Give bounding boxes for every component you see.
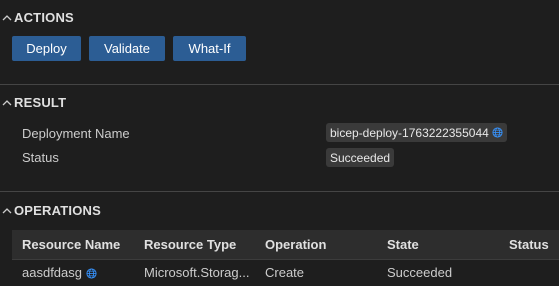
column-header-operation[interactable]: Operation	[265, 237, 326, 252]
deployment-name-label: Deployment Name	[22, 126, 130, 141]
table-cell-operation: Create	[265, 265, 305, 280]
status-badge: Succeeded	[326, 148, 395, 167]
actions-section-header[interactable]: ACTIONS	[0, 6, 74, 28]
resource-name-text: aasdfdasg	[22, 265, 82, 280]
operations-section-header[interactable]: OPERATIONS	[0, 199, 101, 221]
result-section-header[interactable]: RESULT	[0, 91, 66, 113]
table-cell-resource-name: aasdfdasg	[22, 265, 97, 280]
chevron-up-icon	[2, 98, 12, 108]
deployment-name-text: bicep-deploy-1763222355044	[330, 125, 489, 140]
column-header-status[interactable]: Status	[509, 237, 549, 252]
result-title: RESULT	[14, 94, 67, 110]
column-header-state[interactable]: State	[387, 237, 419, 252]
deployment-name-value: bicep-deploy-1763222355044	[326, 123, 507, 142]
globe-icon[interactable]	[492, 127, 503, 138]
table-cell-state: Succeeded	[387, 265, 453, 280]
chevron-up-icon	[2, 206, 12, 216]
section-divider	[0, 84, 559, 85]
actions-title: ACTIONS	[14, 9, 74, 25]
chevron-up-icon	[2, 13, 12, 23]
status-label: Status	[22, 150, 59, 165]
table-row-divider	[12, 259, 559, 260]
column-header-resource-type[interactable]: Resource Type	[144, 237, 236, 252]
what-if-button[interactable]: What-If	[173, 36, 246, 61]
section-divider	[0, 191, 559, 192]
globe-icon[interactable]	[86, 267, 97, 279]
table-cell-resource-type: Microsoft.Storag...	[144, 265, 250, 280]
validate-button[interactable]: Validate	[89, 36, 165, 61]
operations-title: OPERATIONS	[14, 202, 101, 218]
deploy-button[interactable]: Deploy	[12, 36, 81, 61]
column-header-resource-name[interactable]: Resource Name	[22, 237, 120, 252]
